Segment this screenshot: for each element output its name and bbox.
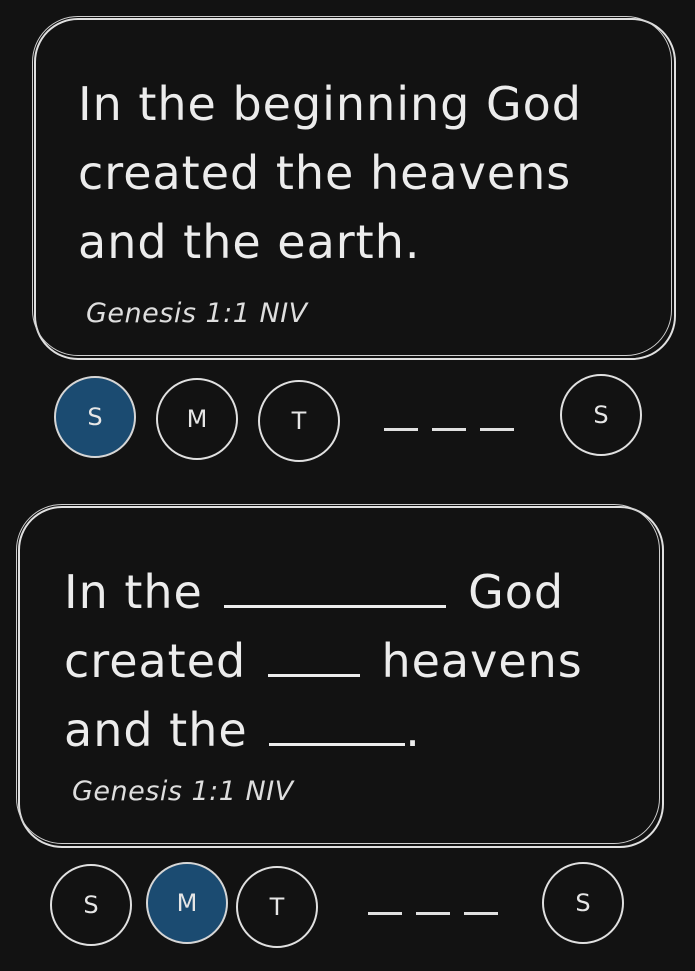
day-sunday[interactable]: S — [50, 864, 132, 946]
day-label: M — [186, 405, 208, 433]
dash — [480, 428, 514, 431]
day-label: M — [176, 889, 198, 917]
day-label: S — [575, 889, 591, 917]
dash — [416, 912, 450, 915]
dash — [432, 428, 466, 431]
verse-words: . — [405, 703, 421, 757]
day-sunday[interactable]: S — [54, 376, 136, 458]
verse-line: In the God — [64, 558, 583, 627]
word-blank[interactable] — [267, 644, 360, 677]
verse-words: God — [468, 565, 565, 619]
word-blank[interactable] — [269, 713, 406, 746]
more-days-ellipsis — [384, 428, 514, 431]
verse-line: In the beginning God — [78, 77, 582, 131]
verse-reference: Genesis 1:1 NIV — [86, 298, 308, 329]
verse-card-blanks[interactable]: In the God created heavens and the . Gen… — [16, 504, 664, 848]
day-saturday[interactable]: S — [542, 862, 624, 944]
day-label: S — [87, 403, 103, 431]
verse-line: created heavens — [64, 627, 583, 696]
verse-words: In the — [64, 565, 203, 619]
day-tuesday[interactable]: T — [258, 380, 340, 462]
verse-line: and the . — [64, 696, 583, 765]
day-tuesday[interactable]: T — [236, 866, 318, 948]
day-label: T — [291, 407, 307, 435]
word-blank[interactable] — [224, 575, 447, 608]
dash — [384, 428, 418, 431]
day-label: T — [269, 893, 285, 921]
dash — [464, 912, 498, 915]
verse-line: created the heavens — [78, 146, 572, 200]
verse-words: and the — [64, 703, 248, 757]
verse-reference: Genesis 1:1 NIV — [72, 776, 294, 807]
verse-words: heavens — [381, 634, 583, 688]
day-monday[interactable]: M — [156, 378, 238, 460]
more-days-ellipsis — [368, 912, 498, 915]
verse-line: and the earth. — [78, 215, 421, 269]
verse-text: In the beginning God created the heavens… — [78, 70, 582, 277]
verse-words: created — [64, 634, 247, 688]
verse-card-full[interactable]: In the beginning God created the heavens… — [32, 16, 676, 360]
day-label: S — [593, 401, 609, 429]
day-monday[interactable]: M — [146, 862, 228, 944]
day-label: S — [83, 891, 99, 919]
day-saturday[interactable]: S — [560, 374, 642, 456]
dash — [368, 912, 402, 915]
verse-text-with-blanks: In the God created heavens and the . — [64, 558, 583, 765]
